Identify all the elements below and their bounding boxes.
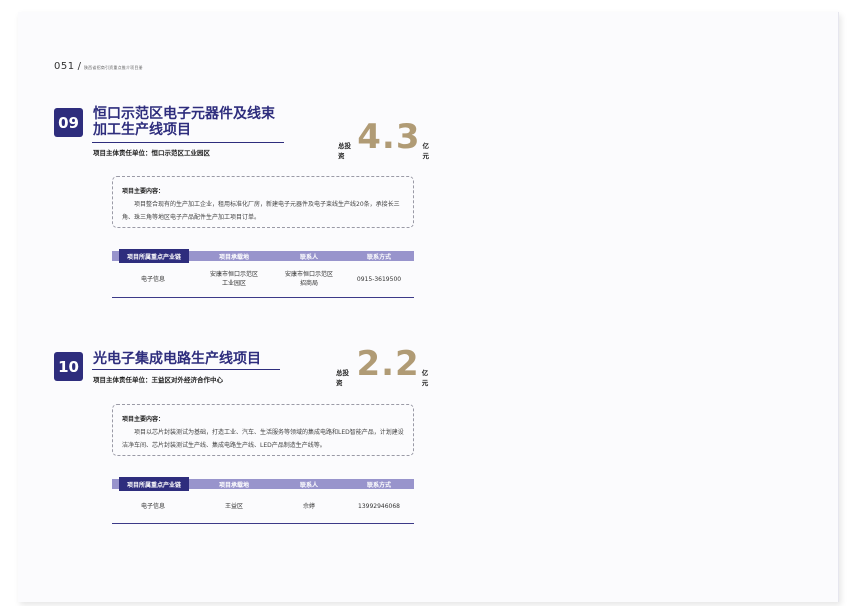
project-title: 恒口示范区电子元器件及线束 加工生产线项目 bbox=[93, 106, 275, 138]
project-10: 10 光电子集成电路生产线项目 项目主体责任单位：王益区对外经济合作中心 总投资… bbox=[54, 347, 434, 537]
responsible-unit: 项目主体责任单位：恒口示范区工业园区 bbox=[93, 147, 210, 157]
table-header: 项目所属重点产业链 项目承载地 联系人 联系方式 bbox=[112, 249, 414, 263]
investment-unit: 亿元 bbox=[421, 369, 429, 387]
content-heading: 项目主要内容： bbox=[122, 188, 165, 195]
cell-location: 王益区 bbox=[224, 502, 243, 510]
investment-value: 2.2 bbox=[356, 344, 420, 384]
header-location: 项目承载地 bbox=[218, 253, 249, 261]
cell-contact: 安康市恒口示范区 招商局 bbox=[284, 271, 333, 287]
title-underline bbox=[92, 142, 284, 143]
responsible-unit: 项目主体责任单位：王益区对外经济合作中心 bbox=[93, 374, 223, 384]
project-number-badge: 09 bbox=[54, 108, 83, 137]
project-info-table: 项目所属重点产业链 项目承载地 联系人 联系方式 电子信息 安康市恒口示范区 工… bbox=[112, 249, 414, 298]
page-header: 051 / 陕西省招商引资重点推介项目册 bbox=[54, 61, 143, 72]
total-investment: 总投资 2.2 亿元 bbox=[336, 344, 434, 387]
header-phone: 联系方式 bbox=[366, 481, 391, 489]
responsible-unit-name: 恒口示范区工业园区 bbox=[151, 149, 211, 157]
table-row: 电子信息 王益区 佘婷 13992946068 bbox=[112, 489, 414, 524]
project-title: 光电子集成电路生产线项目 bbox=[93, 351, 261, 367]
table-header: 项目所属重点产业链 项目承载地 联系人 联系方式 bbox=[112, 477, 414, 491]
header-location: 项目承载地 bbox=[218, 481, 249, 489]
responsible-unit-name: 王益区对外经济合作中心 bbox=[151, 376, 224, 384]
content-text: 项目以芯片封装测试为基础，打造工业、汽车、生活服务等领域的集成电路和LED智能产… bbox=[122, 429, 404, 449]
header-title: 陕西省招商引资重点推介项目册 bbox=[83, 65, 143, 70]
investment-unit: 亿元 bbox=[422, 142, 430, 160]
cell-contact: 佘婷 bbox=[302, 502, 315, 510]
project-number-badge: 10 bbox=[54, 352, 83, 381]
responsible-label: 项目主体责任单位： bbox=[93, 376, 152, 384]
investment-label: 总投资 bbox=[338, 142, 351, 160]
header-contact: 联系人 bbox=[299, 481, 318, 489]
cell-industry-chain: 电子信息 bbox=[140, 275, 165, 283]
header-phone: 联系方式 bbox=[366, 253, 391, 261]
content-text: 项目整合现有的生产加工企业，租用标准化厂房，新建电子元器件及电子束线生产线20条… bbox=[122, 201, 400, 221]
project-content-box: 项目主要内容： 项目整合现有的生产加工企业，租用标准化厂房，新建电子元器件及电子… bbox=[112, 176, 414, 228]
page-number: 051 bbox=[54, 61, 75, 72]
investment-value: 4.3 bbox=[357, 117, 421, 157]
title-underline bbox=[92, 369, 280, 370]
total-investment: 总投资 4.3 亿元 bbox=[338, 117, 434, 160]
header-contact: 联系人 bbox=[299, 253, 318, 261]
project-09: 09 恒口示范区电子元器件及线束 加工生产线项目 项目主体责任单位：恒口示范区工… bbox=[54, 94, 434, 304]
project-content-box: 项目主要内容： 项目以芯片封装测试为基础，打造工业、汽车、生活服务等领域的集成电… bbox=[112, 404, 414, 456]
cell-location: 安康市恒口示范区 工业园区 bbox=[209, 271, 258, 287]
cell-phone: 13992946068 bbox=[358, 502, 400, 510]
cell-industry-chain: 电子信息 bbox=[140, 502, 165, 510]
content-heading: 项目主要内容： bbox=[122, 416, 165, 423]
responsible-label: 项目主体责任单位： bbox=[93, 149, 152, 157]
table-row: 电子信息 安康市恒口示范区 工业园区 安康市恒口示范区 招商局 0915-361… bbox=[112, 261, 414, 298]
project-info-table: 项目所属重点产业链 项目承载地 联系人 联系方式 电子信息 王益区 佘婷 139… bbox=[112, 477, 414, 524]
document-page: 051 / 陕西省招商引资重点推介项目册 09 恒口示范区电子元器件及线束 加工… bbox=[18, 12, 839, 602]
cell-phone: 0915-3619500 bbox=[356, 275, 402, 283]
investment-label: 总投资 bbox=[336, 369, 349, 387]
header-separator: / bbox=[77, 61, 81, 72]
